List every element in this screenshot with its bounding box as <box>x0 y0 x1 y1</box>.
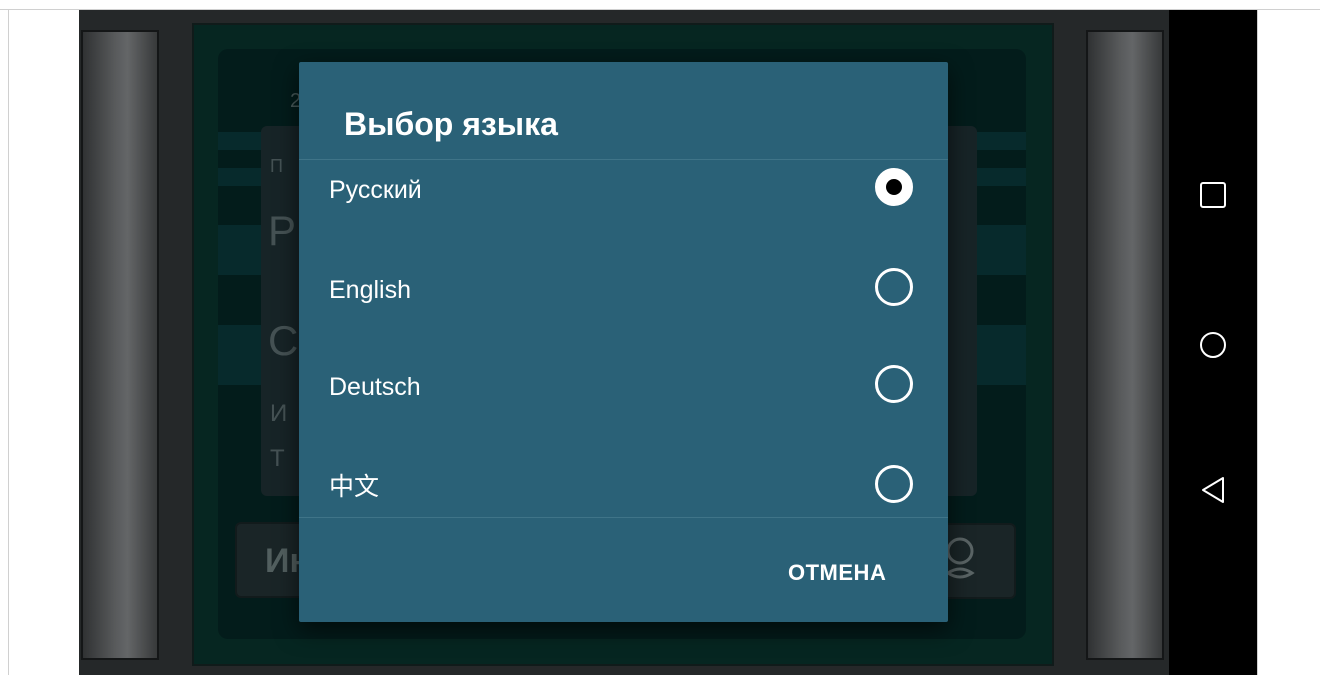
language-option-label: English <box>329 276 411 304</box>
language-option-english[interactable]: English <box>299 268 948 368</box>
language-option-german[interactable]: Deutsch <box>299 365 948 465</box>
language-option-label: Русский <box>329 176 422 204</box>
recents-square-icon[interactable] <box>1198 180 1228 210</box>
dialog-divider <box>299 517 948 518</box>
cancel-button[interactable]: ОТМЕНА <box>788 560 886 586</box>
radio-unselected-icon[interactable] <box>875 365 913 403</box>
back-triangle-icon[interactable] <box>1198 475 1228 505</box>
frame-border-right <box>1257 9 1258 675</box>
language-option-russian[interactable]: Русский <box>299 168 948 268</box>
dialog-divider <box>299 159 948 160</box>
language-option-label: 中文 <box>329 473 380 501</box>
radio-unselected-icon[interactable] <box>875 465 913 503</box>
language-option-chinese[interactable]: 中文 <box>299 465 948 565</box>
radio-unselected-icon[interactable] <box>875 268 913 306</box>
frame-border-left <box>8 9 9 675</box>
app-screen: 2 П Р С И Т Ин Выбор языка Русский Engli… <box>79 10 1169 675</box>
dialog-title: Выбор языка <box>344 106 558 142</box>
language-option-label: Deutsch <box>329 373 421 401</box>
home-circle-icon[interactable] <box>1198 330 1228 360</box>
android-navigation-bar <box>1169 10 1257 675</box>
radio-selected-icon[interactable] <box>875 168 913 206</box>
language-dialog: Выбор языка Русский English Deutsch 中文 О… <box>299 62 948 622</box>
